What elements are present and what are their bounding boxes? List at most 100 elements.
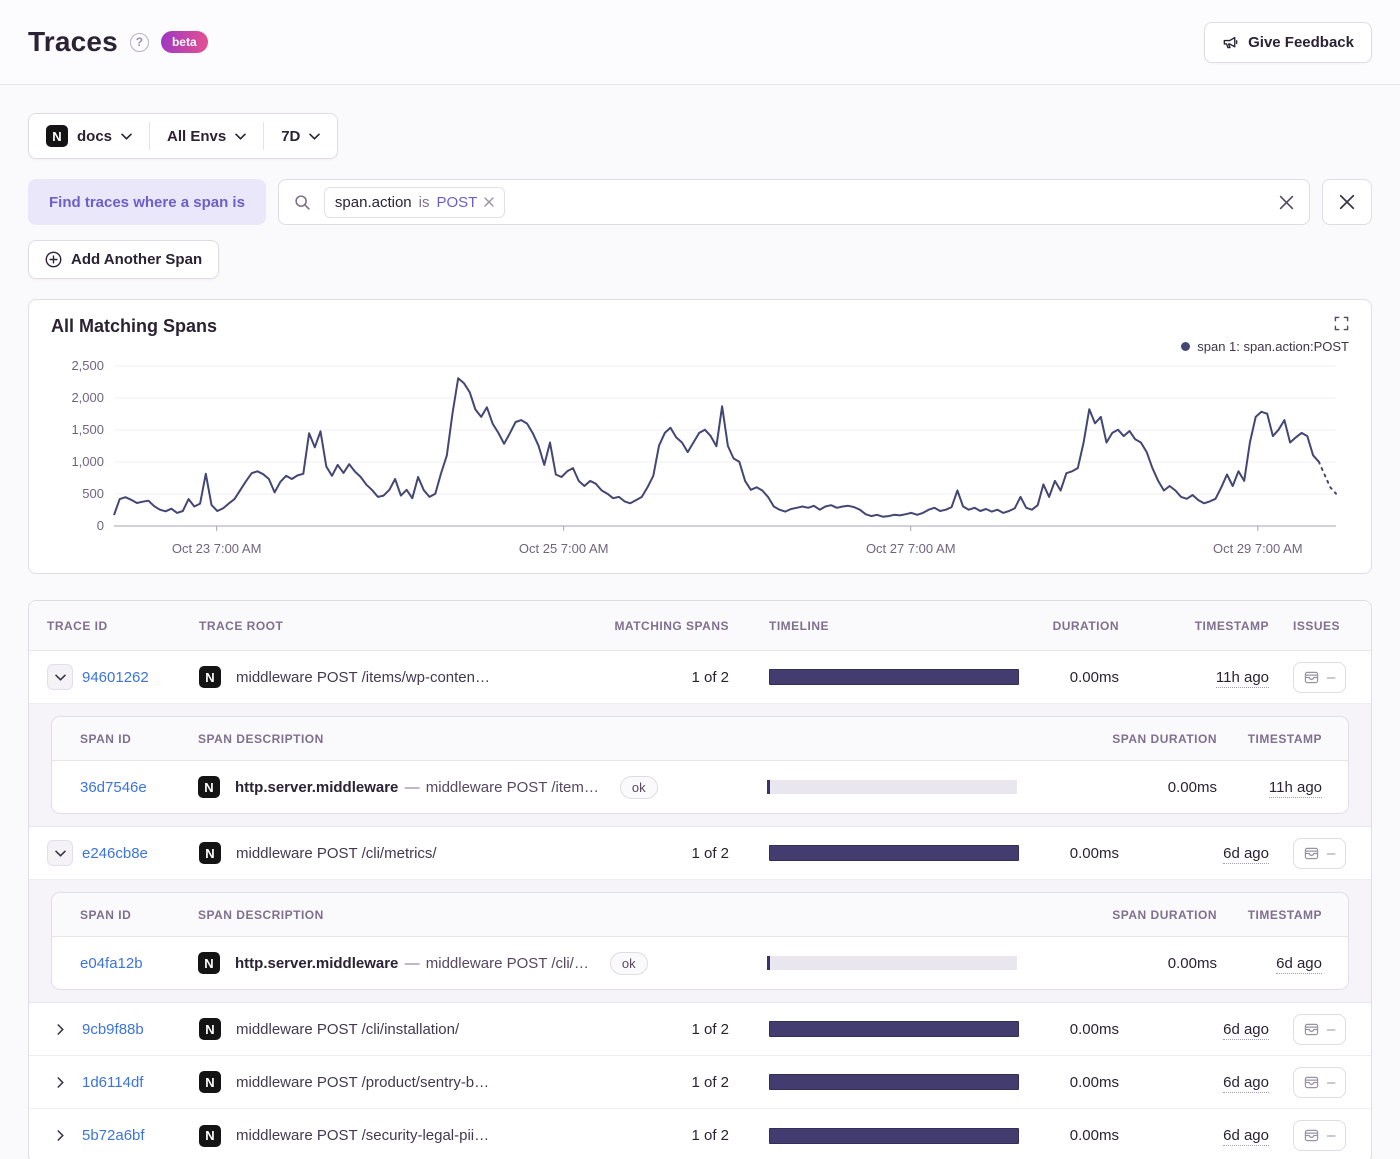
svg-text:0: 0: [97, 518, 104, 533]
add-circle-icon: [45, 251, 62, 268]
remove-span-filter-button[interactable]: [1322, 179, 1372, 225]
megaphone-icon: [1223, 36, 1238, 48]
nextjs-letter: N: [204, 955, 214, 971]
environment-filter-label: All Envs: [167, 127, 227, 145]
add-another-span-button[interactable]: Add Another Span: [28, 240, 220, 279]
legend-dot: [1181, 342, 1191, 351]
close-icon: [1339, 194, 1355, 210]
issues-button[interactable]: –: [1293, 661, 1347, 693]
span-timeline-marker: [767, 780, 770, 794]
date-range-filter[interactable]: 7D: [264, 114, 337, 158]
span-timestamp-value[interactable]: 6d ago: [1276, 954, 1322, 974]
token-key: span.action: [334, 193, 412, 211]
help-icon[interactable]: ?: [129, 32, 149, 52]
trace-root-label: middleware POST /items/wp-conten…: [236, 668, 490, 686]
add-another-span-label: Add Another Span: [71, 251, 203, 268]
trace-root-label: middleware POST /cli/metrics/: [236, 844, 437, 862]
issues-button[interactable]: –: [1293, 837, 1347, 869]
fullscreen-icon: [1334, 316, 1349, 331]
span-separator: —: [404, 778, 420, 796]
span-condition-label: Find traces where a span is: [28, 179, 266, 225]
timestamp-value[interactable]: 11h ago: [1215, 668, 1269, 688]
trace-id-link[interactable]: 94601262: [82, 669, 149, 686]
chevron-right-icon: [57, 1130, 64, 1141]
timeline-bar[interactable]: [769, 1074, 1019, 1090]
col-trace-id: Trace ID: [47, 618, 108, 633]
span-search-input[interactable]: span.action is POST: [277, 179, 1310, 225]
expand-row-button[interactable]: [47, 1123, 73, 1149]
svg-text:Oct 27 7:00 AM: Oct 27 7:00 AM: [866, 541, 956, 556]
span-status-badge: ok: [619, 775, 658, 799]
timeline-bar[interactable]: [769, 669, 1019, 685]
expanded-spans-section: Span ID Span Description Span Duration T…: [29, 880, 1371, 1003]
nextjs-letter: N: [205, 1128, 215, 1143]
col-span-timestamp: Timestamp: [1247, 907, 1322, 922]
nextjs-letter: N: [205, 845, 215, 861]
issues-count: –: [1327, 844, 1336, 862]
svg-text:2,000: 2,000: [71, 390, 104, 405]
matching-spans-count: 1 of 2: [691, 1127, 729, 1144]
trace-id-link[interactable]: 1d6114df: [82, 1074, 143, 1091]
timeline-bar[interactable]: [769, 845, 1019, 861]
timestamp-value[interactable]: 6d ago: [1223, 1073, 1269, 1093]
nextjs-icon: N: [198, 952, 220, 974]
span-id-link[interactable]: 36d7546e: [80, 779, 147, 796]
issues-button[interactable]: –: [1293, 1120, 1347, 1151]
table-row: 5b72a6bf N middleware POST /security-leg…: [29, 1109, 1371, 1159]
nextjs-icon: N: [199, 1018, 221, 1040]
span-op: http.server.middleware: [235, 954, 399, 972]
trace-id-link[interactable]: 9cb9f88b: [82, 1021, 144, 1038]
expand-chart-button[interactable]: [1334, 316, 1349, 331]
collapse-row-button[interactable]: [47, 664, 73, 690]
trace-id-link[interactable]: e246cb8e: [82, 845, 148, 862]
trace-root-label: middleware POST /product/sentry-b…: [236, 1073, 490, 1091]
expand-row-button[interactable]: [47, 1069, 73, 1095]
issues-icon: [1304, 671, 1319, 683]
expand-row-button[interactable]: [47, 1016, 73, 1042]
remove-token-icon[interactable]: [484, 197, 495, 207]
give-feedback-button[interactable]: Give Feedback: [1204, 21, 1372, 63]
timestamp-value[interactable]: 6d ago: [1223, 1020, 1269, 1040]
col-matching-spans: Matching Spans: [614, 618, 729, 633]
issues-button[interactable]: –: [1293, 1013, 1347, 1045]
col-timeline: Timeline: [769, 618, 829, 633]
chevron-down-icon: [54, 850, 66, 857]
trace-id-link[interactable]: 5b72a6bf: [82, 1127, 145, 1144]
col-issues: Issues: [1293, 618, 1341, 633]
nextjs-letter: N: [205, 1021, 215, 1037]
span-table-header-row: Span ID Span Description Span Duration T…: [52, 717, 1348, 761]
clear-search-button[interactable]: [1279, 195, 1294, 210]
chevron-down-icon: [309, 133, 321, 140]
timeline-bar[interactable]: [769, 1127, 1019, 1144]
span-id-link[interactable]: e04fa12b: [80, 955, 143, 972]
collapse-row-button[interactable]: [47, 840, 73, 866]
nextjs-icon: N: [199, 1124, 221, 1147]
search-filter-token[interactable]: span.action is POST: [323, 186, 506, 218]
col-duration: Duration: [1052, 618, 1119, 633]
timeline-bar[interactable]: [769, 1021, 1019, 1037]
col-span-id: Span ID: [80, 731, 132, 746]
issues-icon: [1304, 1076, 1319, 1088]
span-timeline-track[interactable]: [767, 780, 1017, 794]
project-filter[interactable]: N docs: [29, 114, 149, 158]
chevron-right-icon: [57, 1023, 64, 1035]
beta-badge: beta: [160, 31, 208, 53]
span-timestamp-value[interactable]: 11h ago: [1268, 778, 1322, 798]
table-header-row: Trace ID Trace Root Matching Spans Timel…: [29, 601, 1371, 651]
nextjs-icon: N: [199, 1071, 221, 1093]
span-timeline-track[interactable]: [767, 956, 1017, 970]
svg-text:Oct 29 7:00 AM: Oct 29 7:00 AM: [1213, 541, 1303, 556]
chevron-right-icon: [57, 1076, 64, 1088]
col-span-id: Span ID: [80, 907, 132, 922]
table-row: 94601262 N middleware POST /items/wp-con…: [29, 651, 1371, 704]
nextjs-letter: N: [52, 128, 62, 144]
matching-spans-count: 1 of 2: [691, 844, 729, 862]
col-trace-root: Trace Root: [199, 618, 284, 633]
timestamp-value[interactable]: 6d ago: [1223, 1127, 1269, 1146]
issues-button[interactable]: –: [1293, 1066, 1347, 1098]
nextjs-icon: N: [46, 125, 68, 147]
span-duration-value: 0.00ms: [1167, 778, 1217, 796]
timestamp-value[interactable]: 6d ago: [1223, 844, 1269, 864]
issues-icon: [1304, 1129, 1319, 1142]
environment-filter[interactable]: All Envs: [150, 114, 263, 158]
